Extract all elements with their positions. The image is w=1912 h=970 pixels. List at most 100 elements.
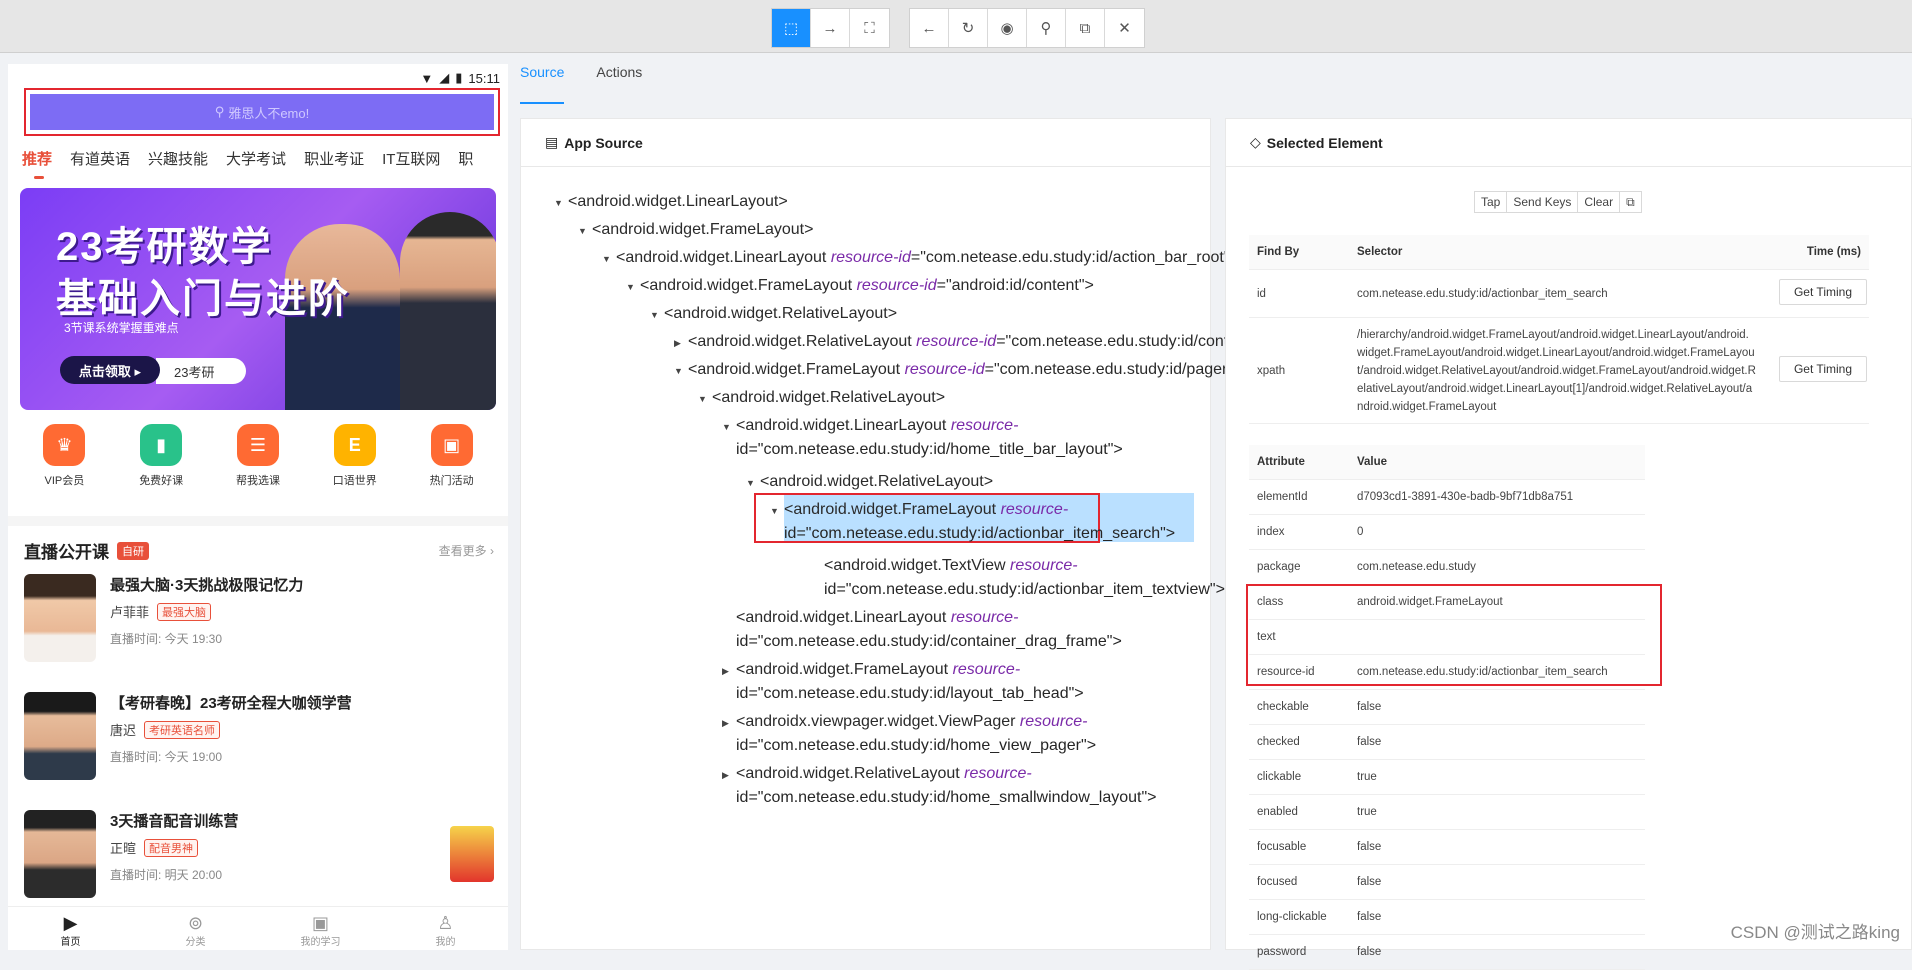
attribute-value: false: [1357, 911, 1382, 923]
copy-attributes-button[interactable]: ⧉: [1620, 192, 1641, 212]
expand-toggle-icon[interactable]: ▼: [578, 219, 592, 243]
expand-toggle-icon[interactable]: ▼: [746, 471, 760, 495]
refresh-button[interactable]: ↻: [949, 9, 988, 47]
category-tab[interactable]: 大学考试: [226, 148, 286, 169]
search-placeholder: 雅思人不emo!: [228, 105, 310, 121]
node-tag: <android.widget.TextView: [824, 557, 1011, 574]
nav-label: 分类: [185, 937, 206, 948]
quick-entry-label: 免费好课: [139, 475, 184, 487]
floating-poster[interactable]: [450, 826, 494, 882]
promo-banner[interactable]: 23考研数学 基础入门与进阶 3节课系统掌握重难点 23考研 点击领取 ▸: [20, 188, 496, 410]
course-item[interactable]: 3天播音配音训练营 正暄 配音男神 直播时间: 明天 20:00: [24, 810, 494, 900]
source-tree-node[interactable]: ▼ <android.widget.FrameLayout>: [578, 218, 813, 243]
expand-toggle-icon[interactable]: ▼: [722, 415, 736, 439]
category-tab[interactable]: 职业考证: [304, 148, 364, 169]
expand-toggle-icon[interactable]: ▼: [770, 499, 784, 523]
attribute-value: com.netease.edu.study: [1357, 561, 1476, 573]
expand-toggle-icon[interactable]: ▶: [674, 331, 688, 355]
source-tree-node[interactable]: ▶ <android.widget.RelativeLayout resource…: [674, 330, 1279, 355]
expand-toggle-icon[interactable]: ▼: [602, 247, 616, 271]
attribute-name: focusable: [1257, 841, 1307, 853]
quick-entry-label: VIP会员: [44, 475, 85, 487]
nav-home[interactable]: ▶ 首页: [36, 907, 106, 950]
quick-entry-free[interactable]: ▮ 免费好课: [126, 424, 196, 488]
node-tag: <android.widget.RelativeLayout: [688, 333, 917, 350]
category-tab[interactable]: 职: [458, 148, 473, 169]
quick-entry-choose[interactable]: ☰ 帮我选课: [223, 424, 293, 488]
swipe-button[interactable]: →: [811, 9, 850, 47]
source-tree-node[interactable]: ▼ <android.widget.LinearLayout>: [554, 190, 788, 215]
source-tree-node-continuation: id="com.netease.edu.study:id/container_d…: [736, 633, 1122, 650]
attribute-row: checked false: [1249, 725, 1645, 760]
expand-toggle-icon[interactable]: ▶: [722, 659, 736, 683]
select-icon: ⬚: [783, 20, 799, 37]
search-elements-button[interactable]: ⚲: [1027, 9, 1066, 47]
source-tree-node[interactable]: ▼ <android.widget.RelativeLayout>: [746, 470, 993, 495]
expand-toggle-icon[interactable]: ▼: [698, 387, 712, 411]
tab-source[interactable]: Source: [520, 64, 565, 104]
source-tree-node[interactable]: ▼ <android.widget.FrameLayout resource-id…: [626, 274, 1094, 299]
category-tab[interactable]: 有道英语: [70, 148, 130, 169]
source-tree-node[interactable]: <android.widget.TextView resource-: [810, 554, 1078, 578]
source-tree-node[interactable]: ▼ <android.widget.FrameLayout resource-id…: [674, 358, 1242, 383]
attribute-name: enabled: [1257, 806, 1298, 818]
expand-toggle-icon[interactable]: ▶: [722, 711, 736, 735]
node-tag: <android.widget.LinearLayout: [616, 249, 831, 266]
source-tree-node[interactable]: ▶ <android.widget.RelativeLayout resource…: [722, 762, 1032, 787]
quick-entry-label: 帮我选课: [235, 475, 280, 487]
source-tree-node[interactable]: ▼ <android.widget.FrameLayout resource-: [770, 498, 1068, 523]
source-tree-node[interactable]: ▼ <android.widget.LinearLayout resource-i…: [602, 246, 1239, 271]
category-tab[interactable]: 兴趣技能: [148, 148, 208, 169]
node-tag: <android.widget.RelativeLayout>: [664, 305, 898, 322]
nav-me[interactable]: ♙ 我的: [411, 907, 481, 950]
expand-toggle-icon[interactable]: ▼: [554, 191, 568, 215]
banner-claim-button[interactable]: 点击领取 ▸: [60, 356, 160, 384]
source-tree-node[interactable]: ▶ <android.widget.FrameLayout resource-: [722, 658, 1020, 683]
attribute-name: password: [1257, 946, 1307, 958]
teacher-name: 正暄: [110, 841, 137, 856]
attribute-row: package com.netease.edu.study: [1249, 550, 1645, 585]
source-tree-node-continuation: id="com.netease.edu.study:id/home_smallw…: [736, 789, 1157, 806]
source-tree-node[interactable]: ▼ <android.widget.LinearLayout resource-: [722, 414, 1018, 439]
category-tab[interactable]: IT互联网: [382, 148, 440, 169]
quick-entry-grid: ♛ VIP会员 ▮ 免费好课 ☰ 帮我选课 E 口语世界 ▣ 热门活动: [16, 424, 500, 488]
tap-button[interactable]: Tap: [1475, 192, 1508, 212]
course-item[interactable]: 【考研春晚】23考研全程大咖领学营 唐迟 考研英语名师 直播时间: 今天 19:0…: [24, 692, 494, 782]
source-tree-node[interactable]: <android.widget.LinearLayout resource-: [722, 606, 1018, 630]
tab-actions[interactable]: Actions: [596, 64, 642, 104]
device-screenshot[interactable]: ▼ ◢ ▮ 15:11 ⚲ 雅思人不emo! 推荐 有道英语 兴趣技能 大学考试…: [8, 64, 508, 950]
course-item[interactable]: 最强大脑·3天挑战极限记忆力 卢菲菲 最强大脑 直播时间: 今天 19:30: [24, 574, 494, 664]
select-element-button[interactable]: ⬚: [772, 9, 811, 47]
expand-toggle-icon[interactable]: ▼: [626, 275, 640, 299]
nav-category[interactable]: ⊚ 分类: [161, 907, 231, 950]
teacher-tag: 最强大脑: [157, 602, 212, 621]
get-timing-button[interactable]: Get Timing: [1778, 356, 1867, 382]
back-button[interactable]: ←: [910, 9, 949, 47]
source-tree-node[interactable]: ▼ <android.widget.RelativeLayout>: [650, 302, 897, 327]
expand-toggle-icon[interactable]: ▶: [722, 763, 736, 787]
node-attr-name: resource-: [1000, 501, 1069, 518]
quick-entry-events[interactable]: ▣ 热门活动: [417, 424, 487, 488]
quick-entry-speaking[interactable]: E 口语世界: [320, 424, 390, 488]
search-bar[interactable]: ⚲ 雅思人不emo!: [30, 94, 494, 130]
clear-button[interactable]: Clear: [1578, 192, 1621, 212]
quit-session-button[interactable]: ✕: [1105, 9, 1144, 47]
highlighted-search-box[interactable]: ⚲ 雅思人不emo!: [24, 88, 500, 136]
source-tree-node[interactable]: ▼ <android.widget.RelativeLayout>: [698, 386, 945, 411]
nav-label: 我的: [435, 937, 456, 948]
file-icon: ▤: [545, 134, 559, 150]
source-tree-node[interactable]: ▶ <androidx.viewpager.widget.ViewPager re…: [722, 710, 1087, 735]
node-tag: <android.widget.LinearLayout: [736, 417, 951, 434]
copy-xml-button[interactable]: ⧉: [1066, 9, 1105, 47]
quick-entry-vip[interactable]: ♛ VIP会员: [29, 424, 99, 488]
nav-my-learning[interactable]: ▣ 我的学习: [286, 907, 356, 950]
toggle-visibility-button[interactable]: ◉: [988, 9, 1027, 47]
tap-coordinates-button[interactable]: ⛶: [850, 9, 889, 47]
header-value: Value: [1357, 456, 1388, 468]
send-keys-button[interactable]: Send Keys: [1507, 192, 1579, 212]
get-timing-button[interactable]: Get Timing: [1778, 279, 1867, 305]
expand-toggle-icon[interactable]: ▼: [674, 359, 688, 383]
expand-toggle-icon[interactable]: ▼: [650, 303, 664, 327]
see-more-link[interactable]: 查看更多 ›: [439, 542, 494, 559]
category-tab[interactable]: 推荐: [22, 148, 52, 169]
